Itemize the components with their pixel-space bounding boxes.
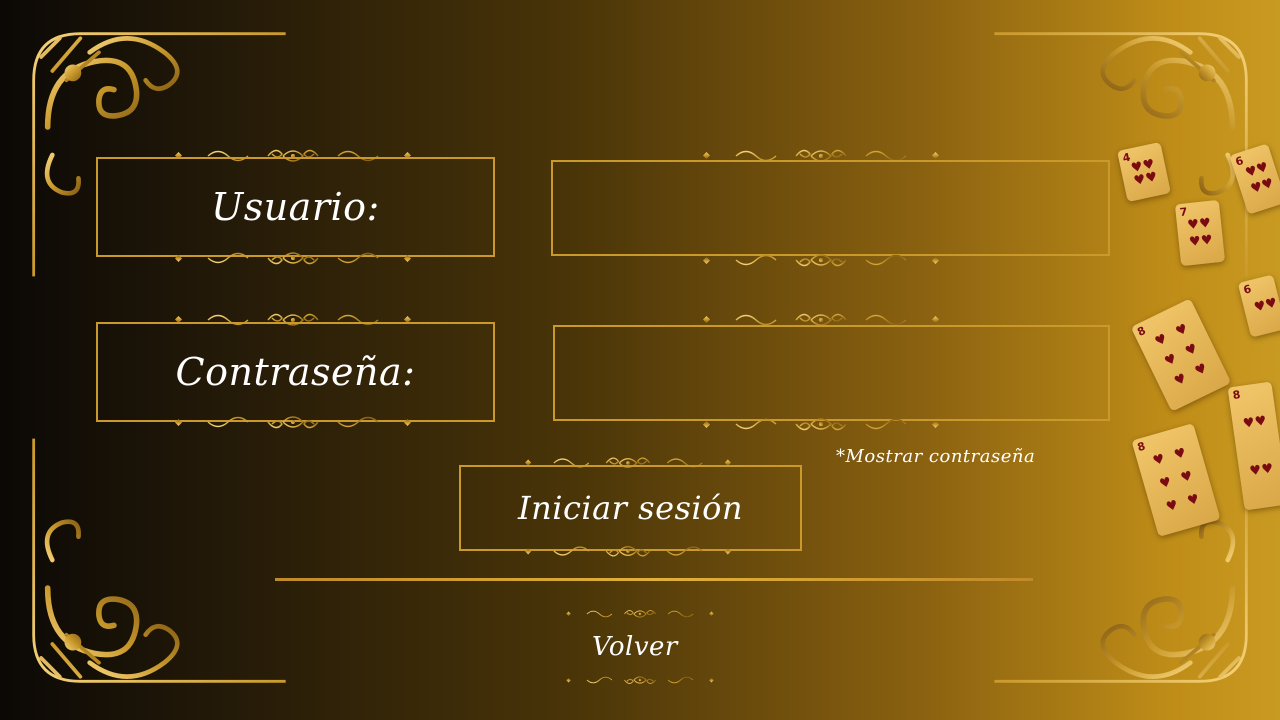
card: 8 ♥ ♥ ♥ ♥ bbox=[1227, 381, 1280, 511]
ornament-bottom-left bbox=[15, 420, 295, 700]
username-label: Usuario: bbox=[211, 185, 380, 229]
flourish-ornament bbox=[562, 672, 718, 688]
show-password-toggle[interactable]: *Mostrar contraseña bbox=[836, 446, 1035, 467]
username-field-frame bbox=[551, 160, 1110, 256]
password-input[interactable] bbox=[559, 331, 1104, 415]
password-label-frame: Contraseña: bbox=[96, 322, 495, 422]
card: 6 ♥ ♥ bbox=[1237, 274, 1280, 338]
divider-line bbox=[275, 578, 1033, 581]
password-label: Contraseña: bbox=[175, 350, 416, 394]
password-field-frame bbox=[553, 325, 1110, 421]
card: 8 ♥ ♥ ♥ ♥ ♥ ♥ bbox=[1131, 423, 1221, 537]
login-button[interactable]: Iniciar sesión bbox=[459, 465, 802, 551]
login-button-label: Iniciar sesión bbox=[517, 489, 744, 527]
flourish-ornament bbox=[562, 606, 718, 622]
username-input[interactable] bbox=[557, 166, 1104, 250]
username-label-frame: Usuario: bbox=[96, 157, 495, 257]
card: 8 ♥ ♥ ♥ ♥ ♥ ♥ bbox=[1130, 298, 1232, 412]
card: 4 ♥ ♥ ♥ ♥ bbox=[1117, 141, 1171, 203]
card: 7 ♥ ♥ ♥ ♥ bbox=[1174, 199, 1226, 267]
card: 6 ♥ ♥ ♥ ♥ bbox=[1229, 143, 1280, 215]
back-link[interactable]: Volver bbox=[592, 632, 678, 662]
